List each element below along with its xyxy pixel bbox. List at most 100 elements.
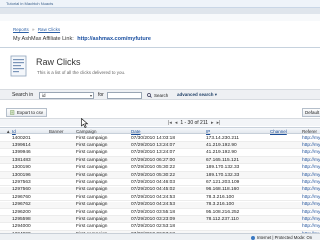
pagination: |◂ ◂ 1 - 30 of 211 ▸ ▸| [168, 120, 220, 126]
search-button[interactable]: Search [145, 91, 170, 99]
column-header-campaign: Campaign [76, 128, 97, 134]
column-header-date[interactable]: Date [131, 129, 141, 134]
affiliate-url-link[interactable]: http://ashmax.com/myfuture [77, 36, 151, 42]
cell-ip: 41.219.192.90 [206, 142, 237, 148]
cell-referer[interactable]: http://my [302, 173, 320, 178]
cell-date: 07/29/2010 03:55:18 [131, 209, 176, 215]
table-row[interactable]: 1300196 First campaign 07/29/2010 05:30:22… [0, 172, 320, 179]
cell-ip: 189.170.132.33 [206, 172, 240, 178]
search-field-value: id [42, 92, 46, 98]
cell-ip: 173.14.230.211 [206, 135, 239, 141]
search-input[interactable] [107, 91, 142, 99]
cell-date: 07/29/2010 04:24:53 [131, 194, 176, 200]
browser-title-bar: Tutorial in Machtch Nuacts [0, 0, 320, 8]
document-icon [10, 55, 27, 77]
table-row[interactable]: 1296762 First campaign 07/29/2010 04:24:53… [0, 201, 320, 209]
chevron-down-icon: ▾ [89, 92, 92, 98]
cell-campaign: First campaign [76, 202, 108, 208]
cell-ip: 78.3.216.100 [206, 194, 235, 200]
header-band-light [0, 14, 320, 21]
cell-referer[interactable]: http://my [302, 217, 320, 222]
table-row[interactable]: 1295598 First campaign 07/29/2010 03:23:09… [0, 216, 320, 224]
breadcrumb-raw-clicks-link[interactable]: Raw Clicks [38, 27, 60, 32]
grid-toolbar: Export to csv Default [0, 105, 320, 119]
search-in-label: Search in [12, 92, 34, 98]
advanced-search-link[interactable]: advanced search ▾ [177, 92, 217, 98]
cell-id: 1296200 [12, 209, 31, 215]
browser-title-text: Tutorial in Machtch Nuacts [6, 1, 54, 6]
cell-referer[interactable]: http://my [302, 224, 320, 229]
cell-referer[interactable]: http://my [302, 158, 320, 163]
table-row[interactable]: 1294000 First campaign 07/29/2010 02:53:18… [0, 224, 320, 231]
cell-campaign: First campaign [76, 194, 108, 200]
cell-id: 1295598 [12, 216, 31, 222]
cell-ip: 96.168.118.160 [206, 187, 239, 193]
table-row[interactable]: 1300190 First campaign 07/29/2010 05:30:22… [0, 165, 320, 172]
cell-referer[interactable]: http://my [302, 202, 320, 207]
cell-date: 07/29/2010 03:23:09 [131, 216, 176, 222]
search-field-select[interactable]: id ▾ [39, 91, 94, 99]
export-csv-button[interactable]: Export to csv [6, 108, 48, 117]
pagination-bar: |◂ ◂ 1 - 30 of 211 ▸ ▸| [0, 118, 320, 126]
browser-status-bar: Internet | Protected Mode: On [0, 233, 320, 240]
table-row[interactable]: 1381483 First campaign 07/29/2010 06:27:00… [0, 157, 320, 165]
first-page-button[interactable]: |◂ [168, 120, 172, 126]
table-row[interactable]: 1296200 First campaign 07/29/2010 03:55:18… [0, 209, 320, 216]
column-header-banner: Banner [49, 128, 64, 134]
default-view-select[interactable]: Default [302, 108, 320, 117]
cell-ip: 41.219.192.90 [206, 150, 237, 156]
column-header-referer: Referer [302, 128, 318, 134]
cell-id: 1296760 [12, 194, 31, 200]
search-button-label: Search [154, 92, 169, 98]
cell-referer[interactable]: http://my [302, 195, 320, 200]
breadcrumb: Reports » Raw Clicks [13, 27, 60, 32]
table-row[interactable]: 1297560 First campaign 07/29/2010 04:45:02… [0, 186, 320, 194]
cell-id: 1300196 [12, 172, 31, 178]
cell-campaign: First campaign [76, 135, 108, 141]
cell-referer[interactable]: http://my [302, 136, 320, 141]
cell-campaign: First campaign [76, 142, 108, 148]
cell-date: 07/29/2010 04:24:53 [131, 202, 176, 208]
cell-referer[interactable]: http://my [302, 187, 320, 192]
cell-campaign: First campaign [76, 216, 108, 222]
column-header-ip[interactable]: IP [206, 129, 210, 134]
page-subtitle: This is a list of all the clicks deliver… [37, 70, 126, 75]
column-header-id[interactable]: Id [12, 129, 16, 134]
table-row[interactable]: 1400201 First campaign 07/30/2010 14:03:18… [0, 135, 320, 142]
sort-asc-icon: ▲ [6, 128, 11, 134]
cell-campaign: First campaign [76, 150, 108, 156]
globe-icon [251, 235, 255, 240]
cell-referer[interactable]: http://my [302, 165, 320, 170]
table-row[interactable]: 1296760 First campaign 07/29/2010 04:24:53… [0, 194, 320, 202]
divider [0, 47, 320, 48]
last-page-button[interactable]: ▸| [217, 120, 221, 126]
cell-id: 1294000 [12, 224, 31, 230]
affiliate-label: My AshMax Affiliate Link: [13, 36, 74, 42]
cell-date: 07/29/2010 13:24:07 [131, 150, 176, 156]
prev-page-button[interactable]: ◂ [175, 120, 178, 126]
cell-campaign: First campaign [76, 179, 108, 185]
cell-date: 07/29/2010 05:30:22 [131, 172, 176, 178]
column-header-channel[interactable]: Channel [270, 129, 287, 134]
cell-date: 07/29/2010 06:27:00 [131, 157, 176, 163]
table-row[interactable]: 1297563 First campaign 07/29/2010 04:46:03… [0, 179, 320, 187]
cell-referer[interactable]: http://my [302, 180, 320, 185]
cell-referer[interactable]: http://my [302, 210, 320, 215]
cell-id: 1399614 [12, 142, 31, 148]
cell-referer[interactable]: http://my [302, 150, 320, 155]
cell-campaign: First campaign [76, 165, 108, 171]
breadcrumb-reports-link[interactable]: Reports [13, 27, 29, 32]
table-row[interactable]: 1399946 First campaign 07/29/2010 13:24:07… [0, 150, 320, 157]
cell-campaign: First campaign [76, 172, 108, 178]
cell-campaign: First campaign [76, 187, 108, 193]
search-bar: Search in id ▾ for Search advanced searc… [0, 89, 320, 100]
next-page-button[interactable]: ▸ [211, 120, 214, 126]
cell-date: 07/29/2010 04:46:03 [131, 179, 176, 185]
cell-ip: 78.112.237.110 [206, 216, 239, 222]
cell-id: 1400201 [12, 135, 31, 141]
cell-ip: 67.121.203.109 [206, 179, 240, 185]
cell-referer[interactable]: http://my [302, 143, 320, 148]
export-icon [10, 110, 15, 115]
table-row[interactable]: 1399614 First campaign 07/29/2010 13:24:07… [0, 142, 320, 150]
raw-clicks-table: ▲ Id Banner Campaign Date IP Channel Ref… [0, 127, 320, 235]
